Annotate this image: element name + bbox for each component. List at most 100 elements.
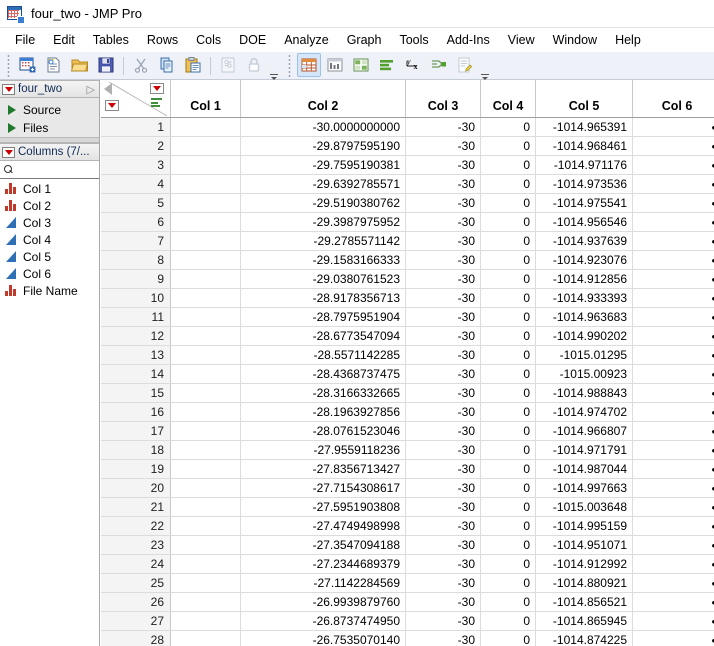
cell-col1[interactable]	[171, 555, 241, 573]
cell-col5[interactable]: -1014.971791	[536, 441, 633, 459]
menu-item-window[interactable]: Window	[544, 31, 606, 49]
cell-col6[interactable]: •	[633, 365, 714, 383]
cell-col3[interactable]: -30	[406, 574, 481, 592]
cell-col4[interactable]: 0	[481, 213, 536, 231]
cell-col3[interactable]: -30	[406, 441, 481, 459]
nominal-type-icon[interactable]	[5, 200, 18, 211]
cell-col1[interactable]	[171, 251, 241, 269]
save-icon[interactable]	[94, 53, 118, 77]
cell-col5[interactable]: -1014.856521	[536, 593, 633, 611]
cell-col3[interactable]: -30	[406, 156, 481, 174]
cell-col5[interactable]: -1014.973536	[536, 175, 633, 193]
cell-col6[interactable]: •	[633, 213, 714, 231]
cell-col1[interactable]	[171, 137, 241, 155]
cell-col1[interactable]	[171, 384, 241, 402]
row-number[interactable]: 17	[101, 422, 171, 440]
tree-node-source[interactable]: Source	[0, 101, 99, 119]
cell-col2[interactable]: -27.7154308617	[241, 479, 406, 497]
row-number[interactable]: 19	[101, 460, 171, 478]
column-list-item[interactable]: Col 3	[0, 214, 99, 231]
cell-col2[interactable]: -29.2785571142	[241, 232, 406, 250]
cell-col1[interactable]	[171, 327, 241, 345]
cell-col6[interactable]: •	[633, 574, 714, 592]
red-triangle-icon[interactable]	[105, 100, 119, 111]
row-number[interactable]: 7	[101, 232, 171, 250]
cell-col6[interactable]: •	[633, 346, 714, 364]
cell-col4[interactable]: 0	[481, 308, 536, 326]
cell-col2[interactable]: -26.8737474950	[241, 612, 406, 630]
cell-col4[interactable]: 0	[481, 270, 536, 288]
table-row[interactable]: 27-26.8737474950-300-1014.865945•four.tx…	[101, 612, 714, 631]
cell-col3[interactable]: -30	[406, 175, 481, 193]
column-list-item[interactable]: File Name	[0, 282, 99, 299]
cell-col5[interactable]: -1014.933393	[536, 289, 633, 307]
cell-col2[interactable]: -28.3166332665	[241, 384, 406, 402]
cell-col2[interactable]: -27.4749498998	[241, 517, 406, 535]
cell-col6[interactable]: •	[633, 270, 714, 288]
cell-col5[interactable]: -1014.874225	[536, 631, 633, 646]
table-row[interactable]: 28-26.7535070140-300-1014.874225•four.tx…	[101, 631, 714, 646]
profiler-icon[interactable]	[427, 53, 451, 77]
green-triangle-icon[interactable]	[6, 123, 18, 133]
cell-col1[interactable]	[171, 232, 241, 250]
columns-panel-header[interactable]: Columns (7/...	[0, 143, 99, 161]
cell-col4[interactable]: 0	[481, 574, 536, 592]
row-number[interactable]: 28	[101, 631, 171, 646]
row-number[interactable]: 4	[101, 175, 171, 193]
cell-col2[interactable]: -27.3547094188	[241, 536, 406, 554]
menu-item-cols[interactable]: Cols	[187, 31, 230, 49]
cell-col6[interactable]: •	[633, 384, 714, 402]
cell-col1[interactable]	[171, 289, 241, 307]
cell-col4[interactable]: 0	[481, 555, 536, 573]
continuous-type-icon[interactable]	[5, 234, 18, 245]
table-row[interactable]: 8-29.1583166333-300-1014.923076•four.txt	[101, 251, 714, 270]
cell-col2[interactable]: -27.1142284569	[241, 574, 406, 592]
row-number[interactable]: 3	[101, 156, 171, 174]
row-number[interactable]: 25	[101, 574, 171, 592]
cell-col4[interactable]: 0	[481, 612, 536, 630]
new-data-table-icon[interactable]	[16, 53, 40, 77]
table-row[interactable]: 15-28.3166332665-300-1014.988843•four.tx…	[101, 384, 714, 403]
cell-col1[interactable]	[171, 175, 241, 193]
table-row[interactable]: 24-27.2344689379-300-1014.912992•four.tx…	[101, 555, 714, 574]
cell-col2[interactable]: -28.4368737475	[241, 365, 406, 383]
column-list-item[interactable]: Col 5	[0, 248, 99, 265]
new-script-icon[interactable]	[42, 53, 66, 77]
cell-col2[interactable]: -28.6773547094	[241, 327, 406, 345]
cell-col4[interactable]: 0	[481, 384, 536, 402]
row-number[interactable]: 9	[101, 270, 171, 288]
cell-col3[interactable]: -30	[406, 631, 481, 646]
cell-col6[interactable]: •	[633, 175, 714, 193]
cell-col3[interactable]: -30	[406, 213, 481, 231]
cell-col2[interactable]: -27.5951903808	[241, 498, 406, 516]
script-editor-icon[interactable]	[453, 53, 477, 77]
cell-col3[interactable]: -30	[406, 384, 481, 402]
menu-item-view[interactable]: View	[499, 31, 544, 49]
cell-col4[interactable]: 0	[481, 137, 536, 155]
cell-col5[interactable]: -1014.880921	[536, 574, 633, 592]
cell-col3[interactable]: -30	[406, 137, 481, 155]
cell-col5[interactable]: -1015.01295	[536, 346, 633, 364]
green-triangle-icon[interactable]	[6, 105, 18, 115]
table-row[interactable]: 20-27.7154308617-300-1014.997663•four.tx…	[101, 479, 714, 498]
cell-col4[interactable]: 0	[481, 232, 536, 250]
row-number[interactable]: 18	[101, 441, 171, 459]
table-row[interactable]: 2-29.8797595190-300-1014.968461•four.txt	[101, 137, 714, 156]
toolbar-grip[interactable]	[6, 55, 13, 77]
cell-col3[interactable]: -30	[406, 498, 481, 516]
cell-col6[interactable]: •	[633, 194, 714, 212]
column-header-col3[interactable]: Col 3	[406, 80, 481, 117]
cell-col5[interactable]: -1014.974702	[536, 403, 633, 421]
cell-col4[interactable]: 0	[481, 251, 536, 269]
cell-col6[interactable]: •	[633, 555, 714, 573]
table-row[interactable]: 11-28.7975951904-300-1014.963683•four.tx…	[101, 308, 714, 327]
cell-col3[interactable]: -30	[406, 517, 481, 535]
cell-col2[interactable]: -26.7535070140	[241, 631, 406, 646]
tree-node-files[interactable]: Files	[0, 119, 99, 137]
menu-item-tools[interactable]: Tools	[390, 31, 437, 49]
row-number[interactable]: 15	[101, 384, 171, 402]
cell-col4[interactable]: 0	[481, 156, 536, 174]
row-number[interactable]: 21	[101, 498, 171, 516]
cell-col4[interactable]: 0	[481, 346, 536, 364]
cell-col5[interactable]: -1014.997663	[536, 479, 633, 497]
